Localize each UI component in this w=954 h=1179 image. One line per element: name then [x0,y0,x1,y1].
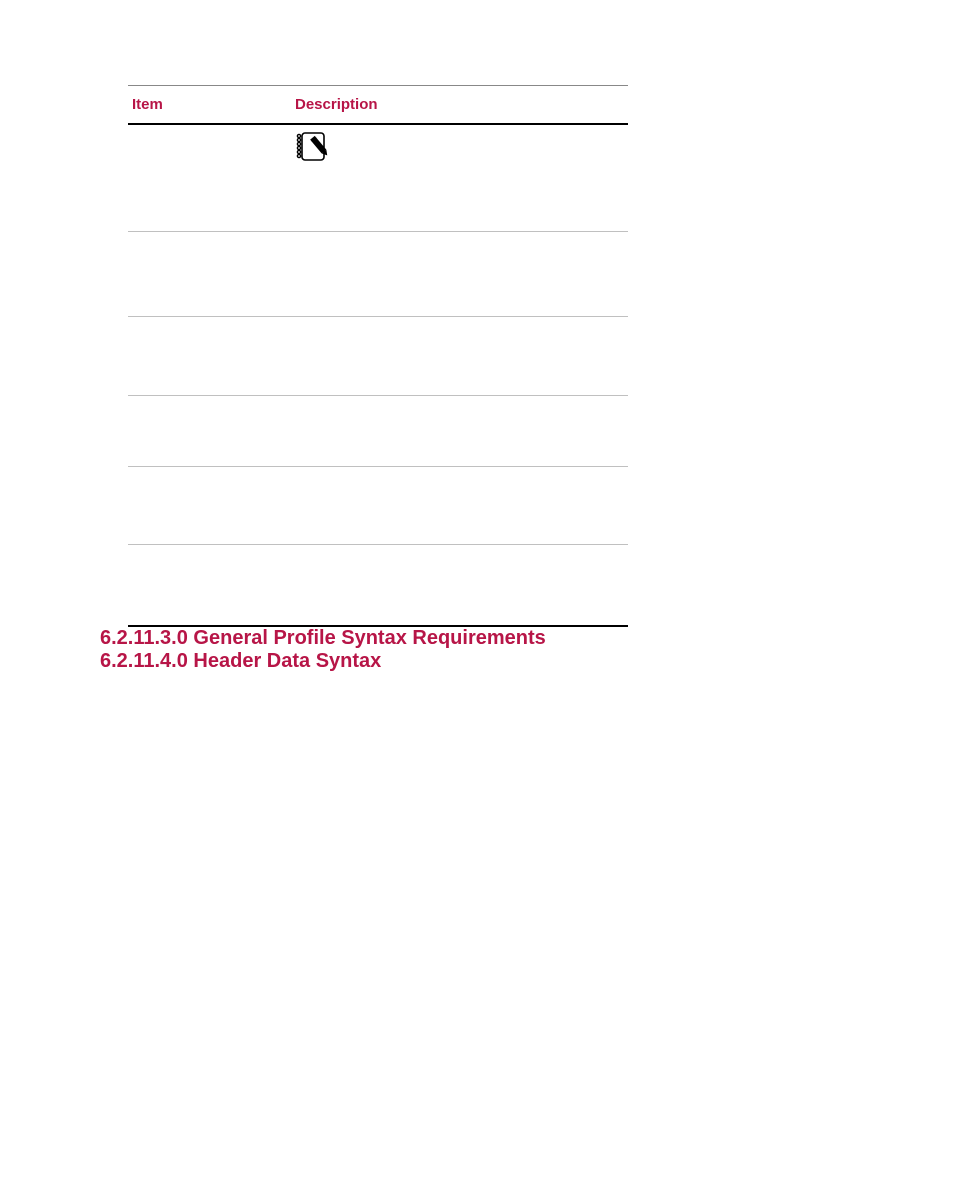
cell-description [291,467,628,545]
table-row [128,317,628,396]
cell-description [291,124,628,232]
table-row [128,467,628,545]
table-row [128,232,628,317]
cell-item [128,317,291,396]
parameter-table: Item Description [128,85,628,627]
document-page: Item Description [0,0,954,1179]
cell-description [291,396,628,467]
cell-item [128,232,291,317]
section-heading-general-profile-syntax: 6.2.11.3.0 General Profile Syntax Requir… [100,627,854,650]
parameter-table-wrap: Item Description [128,85,628,627]
cell-item [128,396,291,467]
table-row [128,396,628,467]
cell-item [128,124,291,232]
column-header-description: Description [291,86,628,125]
cell-description [291,545,628,627]
column-header-item: Item [128,86,291,125]
cell-description [291,232,628,317]
section-heading-header-data-syntax: 6.2.11.4.0 Header Data Syntax [100,650,854,673]
cell-description [291,317,628,396]
table-row [128,124,628,232]
table-row [128,545,628,627]
note-icon [295,131,624,163]
table-header-row: Item Description [128,86,628,125]
cell-item [128,545,291,627]
cell-item [128,467,291,545]
